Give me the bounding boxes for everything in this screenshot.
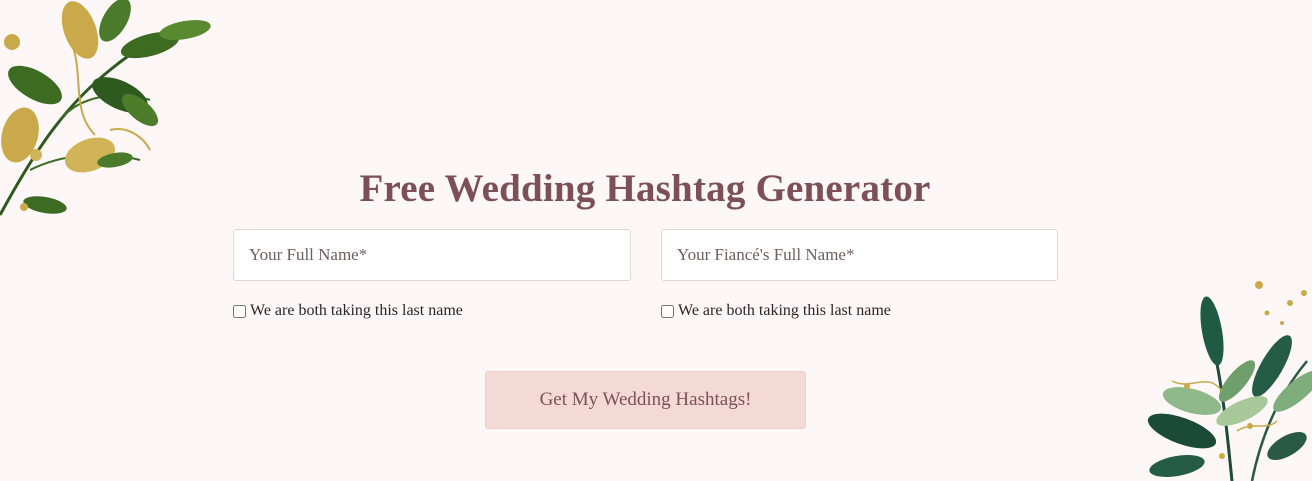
shared-last-name-checkbox-2[interactable] — [661, 304, 674, 318]
shared-last-name-option-1[interactable]: We are both taking this last name — [233, 302, 463, 320]
eucalyptus-decoration-icon — [1147, 281, 1312, 481]
page-title: Free Wedding Hashtag Generator — [359, 167, 931, 211]
shared-last-name-label-2: We are both taking this last name — [678, 302, 891, 319]
get-hashtags-button[interactable]: Get My Wedding Hashtags! — [485, 371, 806, 429]
full-name-input[interactable] — [233, 229, 631, 281]
shared-last-name-label-1: We are both taking this last name — [250, 302, 463, 319]
shared-last-name-option-2[interactable]: We are both taking this last name — [661, 302, 891, 320]
fiance-full-name-input[interactable] — [661, 229, 1058, 281]
shared-last-name-checkbox-1[interactable] — [233, 304, 246, 318]
